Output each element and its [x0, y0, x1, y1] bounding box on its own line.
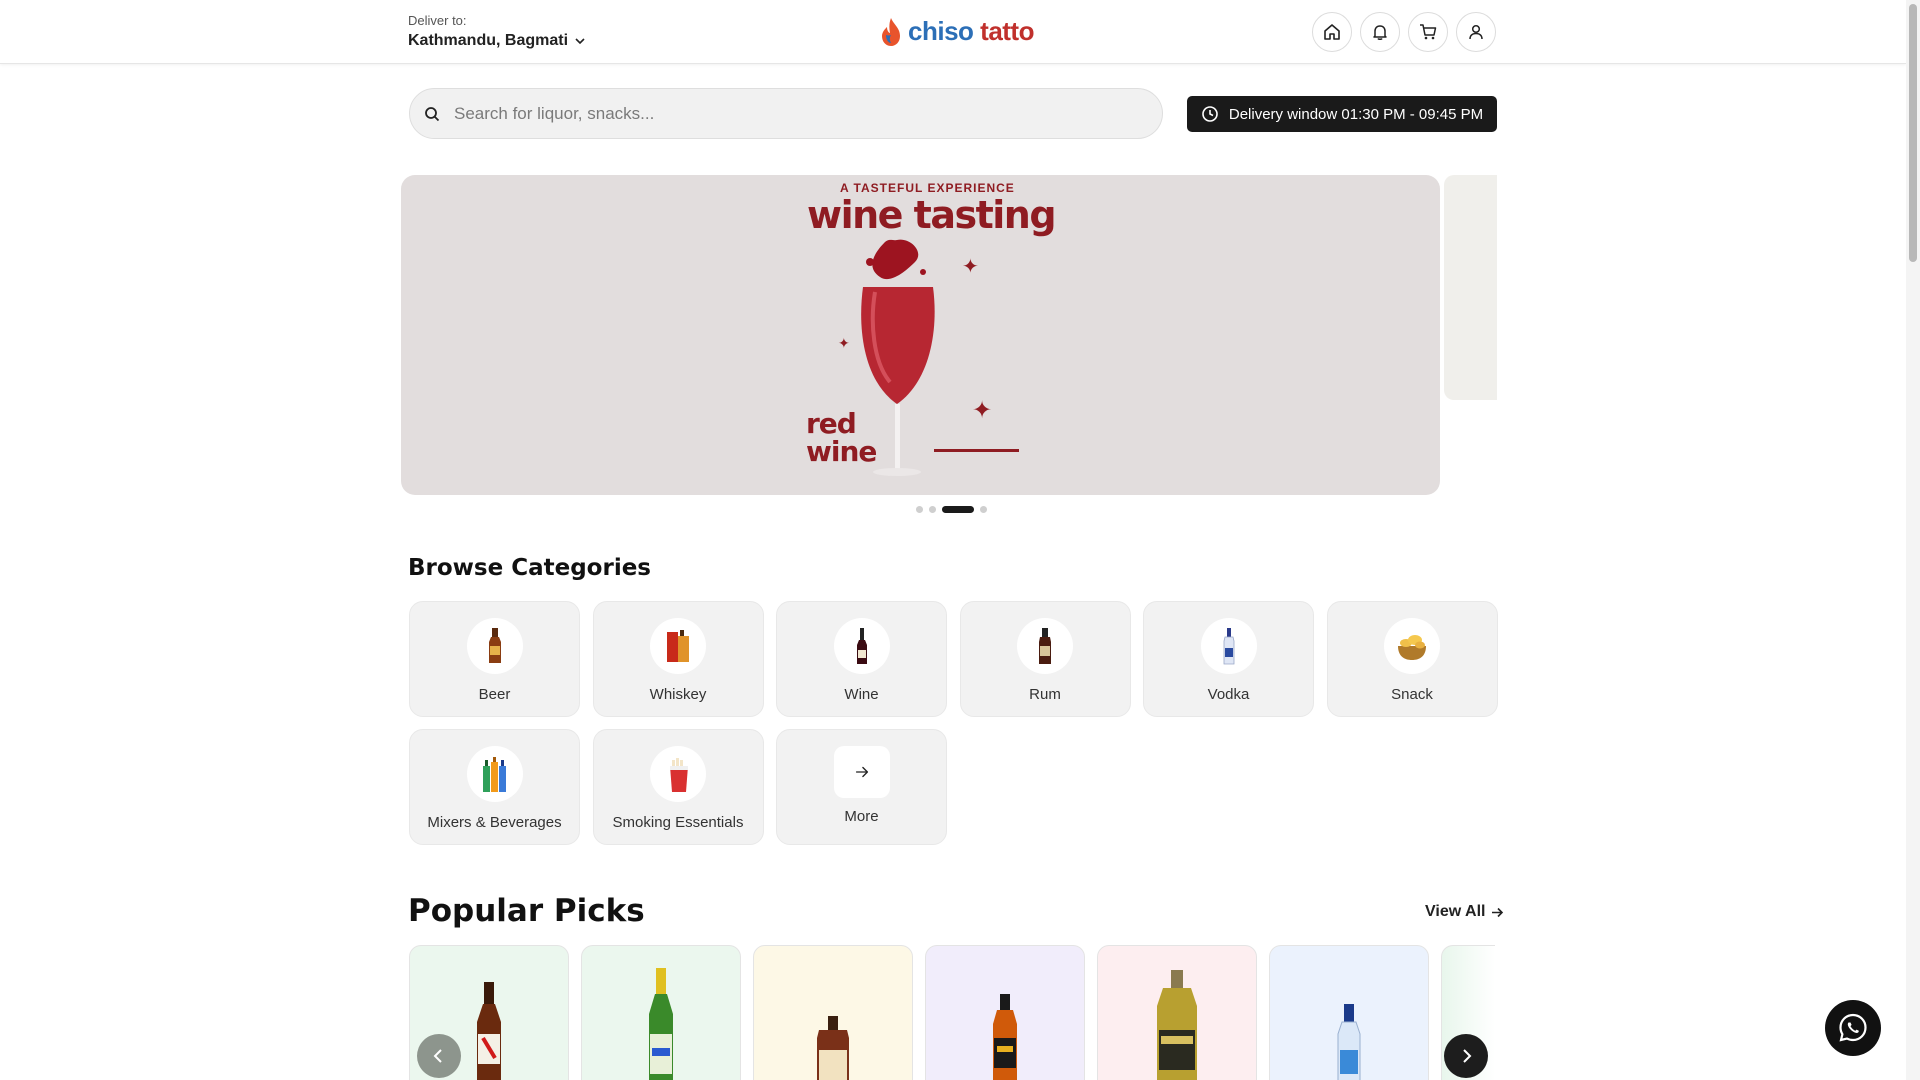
- banner-title: wine tasting: [807, 193, 1057, 237]
- carousel-next-button[interactable]: [1444, 1034, 1488, 1078]
- category-whiskey[interactable]: Whiskey: [592, 601, 764, 717]
- scrollbar-thumb[interactable]: [1909, 4, 1917, 262]
- whiskey-bottle-image: [817, 1016, 849, 1080]
- view-all-link[interactable]: View All: [1425, 903, 1504, 921]
- chevron-down-icon: [575, 38, 585, 45]
- category-label: Whiskey: [649, 686, 707, 703]
- product-card[interactable]: [1269, 945, 1429, 1080]
- top-header: Deliver to: Kathmandu, Bagmati chiso tat…: [0, 0, 1906, 64]
- mixers-bottles-icon: [466, 746, 523, 802]
- cart-button[interactable]: [1408, 12, 1448, 52]
- vodka-bottle-icon: [1200, 618, 1257, 674]
- flame-logo-icon: [882, 17, 900, 46]
- notifications-button[interactable]: [1360, 12, 1400, 52]
- popular-picks-heading: Popular Picks: [408, 893, 645, 929]
- category-grid: Beer Whiskey Wine Rum Vodka Snack Mixers…: [409, 601, 1498, 845]
- beer-bottle-image: [477, 982, 501, 1080]
- wine-bottle-icon: [833, 618, 890, 674]
- location-selector[interactable]: Kathmandu, Bagmati: [408, 32, 586, 50]
- product-card[interactable]: [753, 945, 913, 1080]
- bell-icon: [1373, 25, 1387, 40]
- category-more[interactable]: More: [776, 729, 947, 845]
- category-label: Mixers & Beverages: [427, 814, 562, 831]
- search-input[interactable]: [454, 103, 1114, 124]
- carousel-dot[interactable]: [916, 506, 923, 513]
- category-rum[interactable]: Rum: [959, 601, 1131, 717]
- deliver-to-label: Deliver to:: [408, 13, 467, 28]
- category-snack[interactable]: Snack: [1326, 601, 1498, 717]
- delivery-location[interactable]: Deliver to: Kathmandu, Bagmati: [408, 13, 586, 50]
- whiskey-box-icon: [650, 618, 706, 674]
- carousel-dot-active[interactable]: [942, 506, 974, 513]
- product-card[interactable]: [581, 945, 741, 1080]
- popular-products-row: [409, 945, 1495, 1080]
- chevron-left-icon: [433, 1049, 442, 1063]
- profile-button[interactable]: [1456, 12, 1496, 52]
- view-all-label: View All: [1425, 903, 1486, 920]
- category-label: Rum: [1029, 686, 1061, 703]
- carousel-indicators: [916, 506, 987, 513]
- product-card[interactable]: [925, 945, 1085, 1080]
- cart-icon: [1420, 24, 1437, 40]
- category-label: Vodka: [1207, 686, 1250, 703]
- product-card[interactable]: [1097, 945, 1257, 1080]
- chevron-right-icon: [1463, 1049, 1472, 1063]
- location-text: Kathmandu, Bagmati: [408, 32, 569, 49]
- beer-bottle-icon: [466, 618, 523, 674]
- clock-icon: [1202, 106, 1218, 122]
- sparkle-icon: ✦: [972, 397, 993, 424]
- rum-bottle-icon: [1017, 618, 1073, 674]
- whiskey-bottle-image: [1157, 970, 1197, 1080]
- cigarette-pack-icon: [650, 746, 706, 802]
- snack-bowl-icon: [1384, 618, 1440, 674]
- delivery-window-text: Delivery window 01:30 PM - 09:45 PM: [1228, 105, 1484, 123]
- search-bar[interactable]: [409, 88, 1163, 139]
- category-beer[interactable]: Beer: [409, 601, 580, 717]
- carousel-dot[interactable]: [929, 506, 936, 513]
- category-label: Wine: [844, 686, 879, 703]
- category-wine[interactable]: Wine: [776, 601, 947, 717]
- category-label: Snack: [1391, 686, 1433, 703]
- whatsapp-icon: [1839, 1013, 1867, 1042]
- brand-logo[interactable]: chiso tatto: [878, 16, 1034, 47]
- arrow-right-icon: [833, 746, 890, 798]
- next-banner-peek[interactable]: [1444, 175, 1497, 400]
- category-label: More: [844, 808, 879, 825]
- search-icon: [425, 106, 440, 121]
- logo-word-first: chiso: [908, 16, 974, 46]
- category-smoking[interactable]: Smoking Essentials: [592, 729, 764, 845]
- beer-bottle-image: [649, 968, 673, 1080]
- category-vodka[interactable]: Vodka: [1143, 601, 1314, 717]
- category-label: Beer: [478, 686, 511, 703]
- home-button[interactable]: [1312, 12, 1352, 52]
- vodka-bottle-image: [1337, 1004, 1361, 1080]
- carousel-dot[interactable]: [980, 506, 987, 513]
- category-label: Smoking Essentials: [612, 814, 744, 831]
- browse-categories-heading: Browse Categories: [408, 555, 651, 581]
- carousel-prev-button[interactable]: [417, 1034, 461, 1078]
- wine-glass-illustration: [861, 239, 935, 476]
- whatsapp-chat-button[interactable]: [1825, 1000, 1881, 1056]
- rum-bottle-image: [993, 994, 1017, 1080]
- sparkle-icon: ✦: [838, 335, 850, 351]
- sparkle-icon: ✦: [962, 256, 979, 278]
- logo-wordmark: chiso tatto: [908, 16, 1034, 47]
- arrow-right-icon: [1492, 907, 1504, 917]
- user-icon: [1469, 24, 1483, 40]
- header-actions: [1312, 12, 1496, 52]
- category-mixers[interactable]: Mixers & Beverages: [409, 729, 580, 845]
- delivery-window-badge[interactable]: Delivery window 01:30 PM - 09:45 PM: [1187, 96, 1497, 132]
- home-icon: [1324, 24, 1340, 40]
- logo-word-second: tatto: [980, 16, 1034, 46]
